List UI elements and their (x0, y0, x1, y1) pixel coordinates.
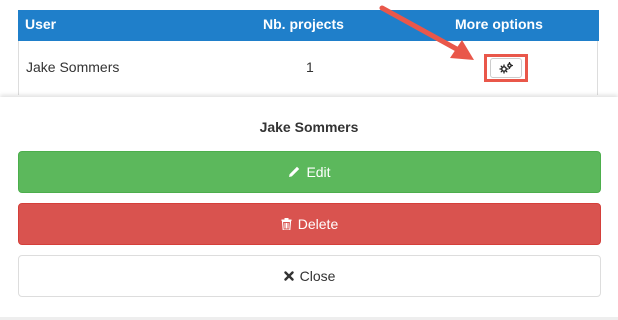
table-row: Jake Sommers 1 (19, 41, 597, 95)
column-header-projects: Nb. projects (263, 16, 344, 32)
pencil-icon (288, 166, 300, 178)
column-header-user: User (25, 16, 57, 32)
more-options-button-inner[interactable] (490, 58, 522, 78)
times-icon (283, 271, 294, 281)
cell-projects: 1 (306, 59, 314, 75)
delete-button-label: Delete (297, 216, 339, 232)
edit-button[interactable]: Edit (18, 151, 601, 193)
table-header: User Nb. projects More options (18, 10, 599, 41)
close-button-label: Close (299, 268, 336, 284)
action-sheet: Jake Sommers Edit Delete Close (0, 97, 618, 317)
close-button[interactable]: Close (18, 255, 601, 297)
cogs-icon (499, 62, 513, 74)
edit-button-label: Edit (306, 164, 331, 180)
users-table: User Nb. projects More options Jake Somm… (18, 10, 599, 95)
more-options-button[interactable] (484, 54, 528, 82)
delete-button[interactable]: Delete (18, 203, 601, 245)
trash-icon (281, 218, 292, 230)
users-table-area: User Nb. projects More options Jake Somm… (0, 0, 618, 97)
cell-user: Jake Sommers (26, 59, 120, 75)
sheet-title: Jake Sommers (259, 119, 359, 135)
column-header-options: More options (455, 16, 543, 32)
